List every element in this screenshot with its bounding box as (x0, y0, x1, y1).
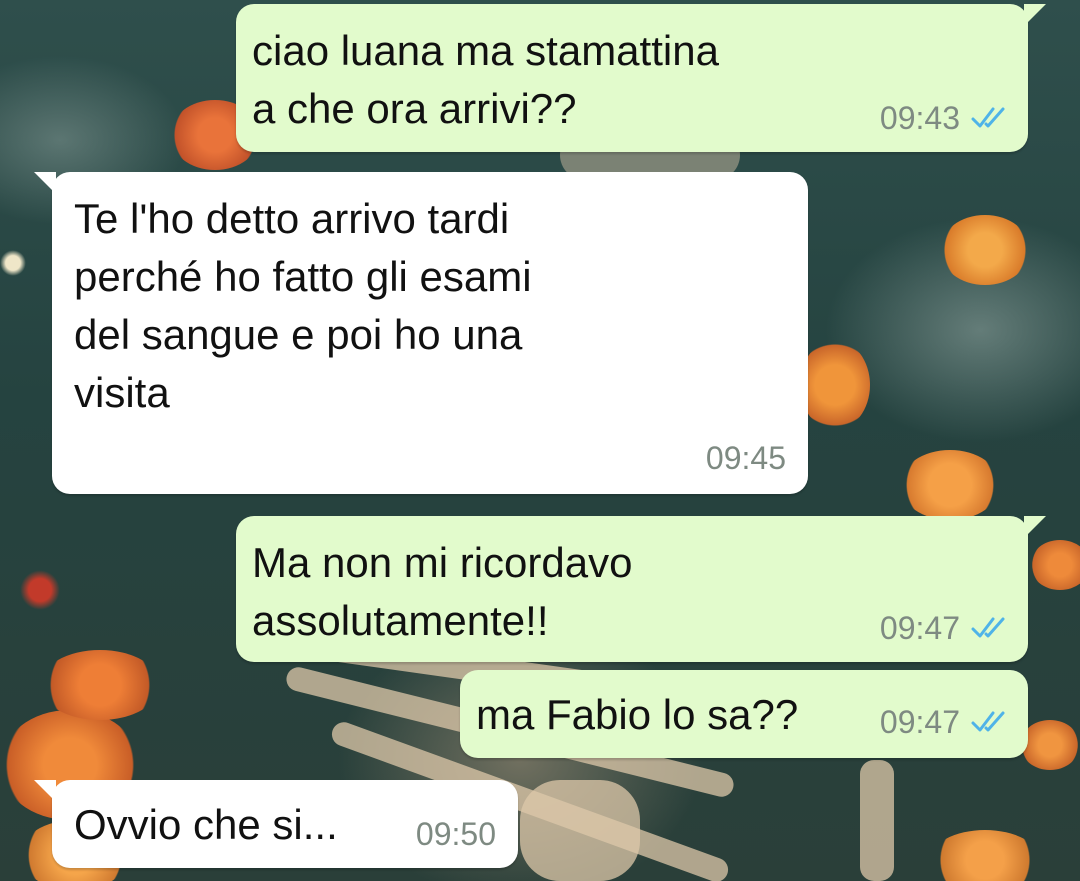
message-bubble-outgoing[interactable]: ma Fabio lo sa?? 09:47 (460, 670, 1028, 758)
message-timestamp: 09:47 (879, 610, 960, 646)
message-bubble-outgoing[interactable]: Ma non mi ricordavo assolutamente!! 09:4… (236, 516, 1046, 662)
message-text: Ovvio che si... (74, 801, 338, 848)
message-text: ciao luana ma stamattina a che ora arriv… (252, 27, 719, 132)
double-check-icon (971, 107, 1005, 128)
message-text: Ma non mi ricordavo assolutamente!! (252, 539, 633, 644)
message-bubble-outgoing[interactable]: ciao luana ma stamattina a che ora arriv… (236, 4, 1046, 152)
message-text: ma Fabio lo sa?? (476, 691, 799, 738)
message-bubble-incoming[interactable]: Ovvio che si... 09:50 (34, 780, 518, 868)
message-timestamp: 09:45 (705, 440, 786, 476)
message-text: Te l'ho detto arrivo tardi perché ho fat… (74, 195, 532, 416)
message-timestamp: 09:47 (879, 704, 960, 740)
message-timestamp: 09:50 (415, 816, 496, 852)
double-check-icon (971, 617, 1005, 638)
message-timestamp: 09:43 (879, 100, 960, 136)
double-check-icon (971, 711, 1005, 732)
message-bubble-incoming[interactable]: Te l'ho detto arrivo tardi perché ho fat… (34, 172, 808, 494)
